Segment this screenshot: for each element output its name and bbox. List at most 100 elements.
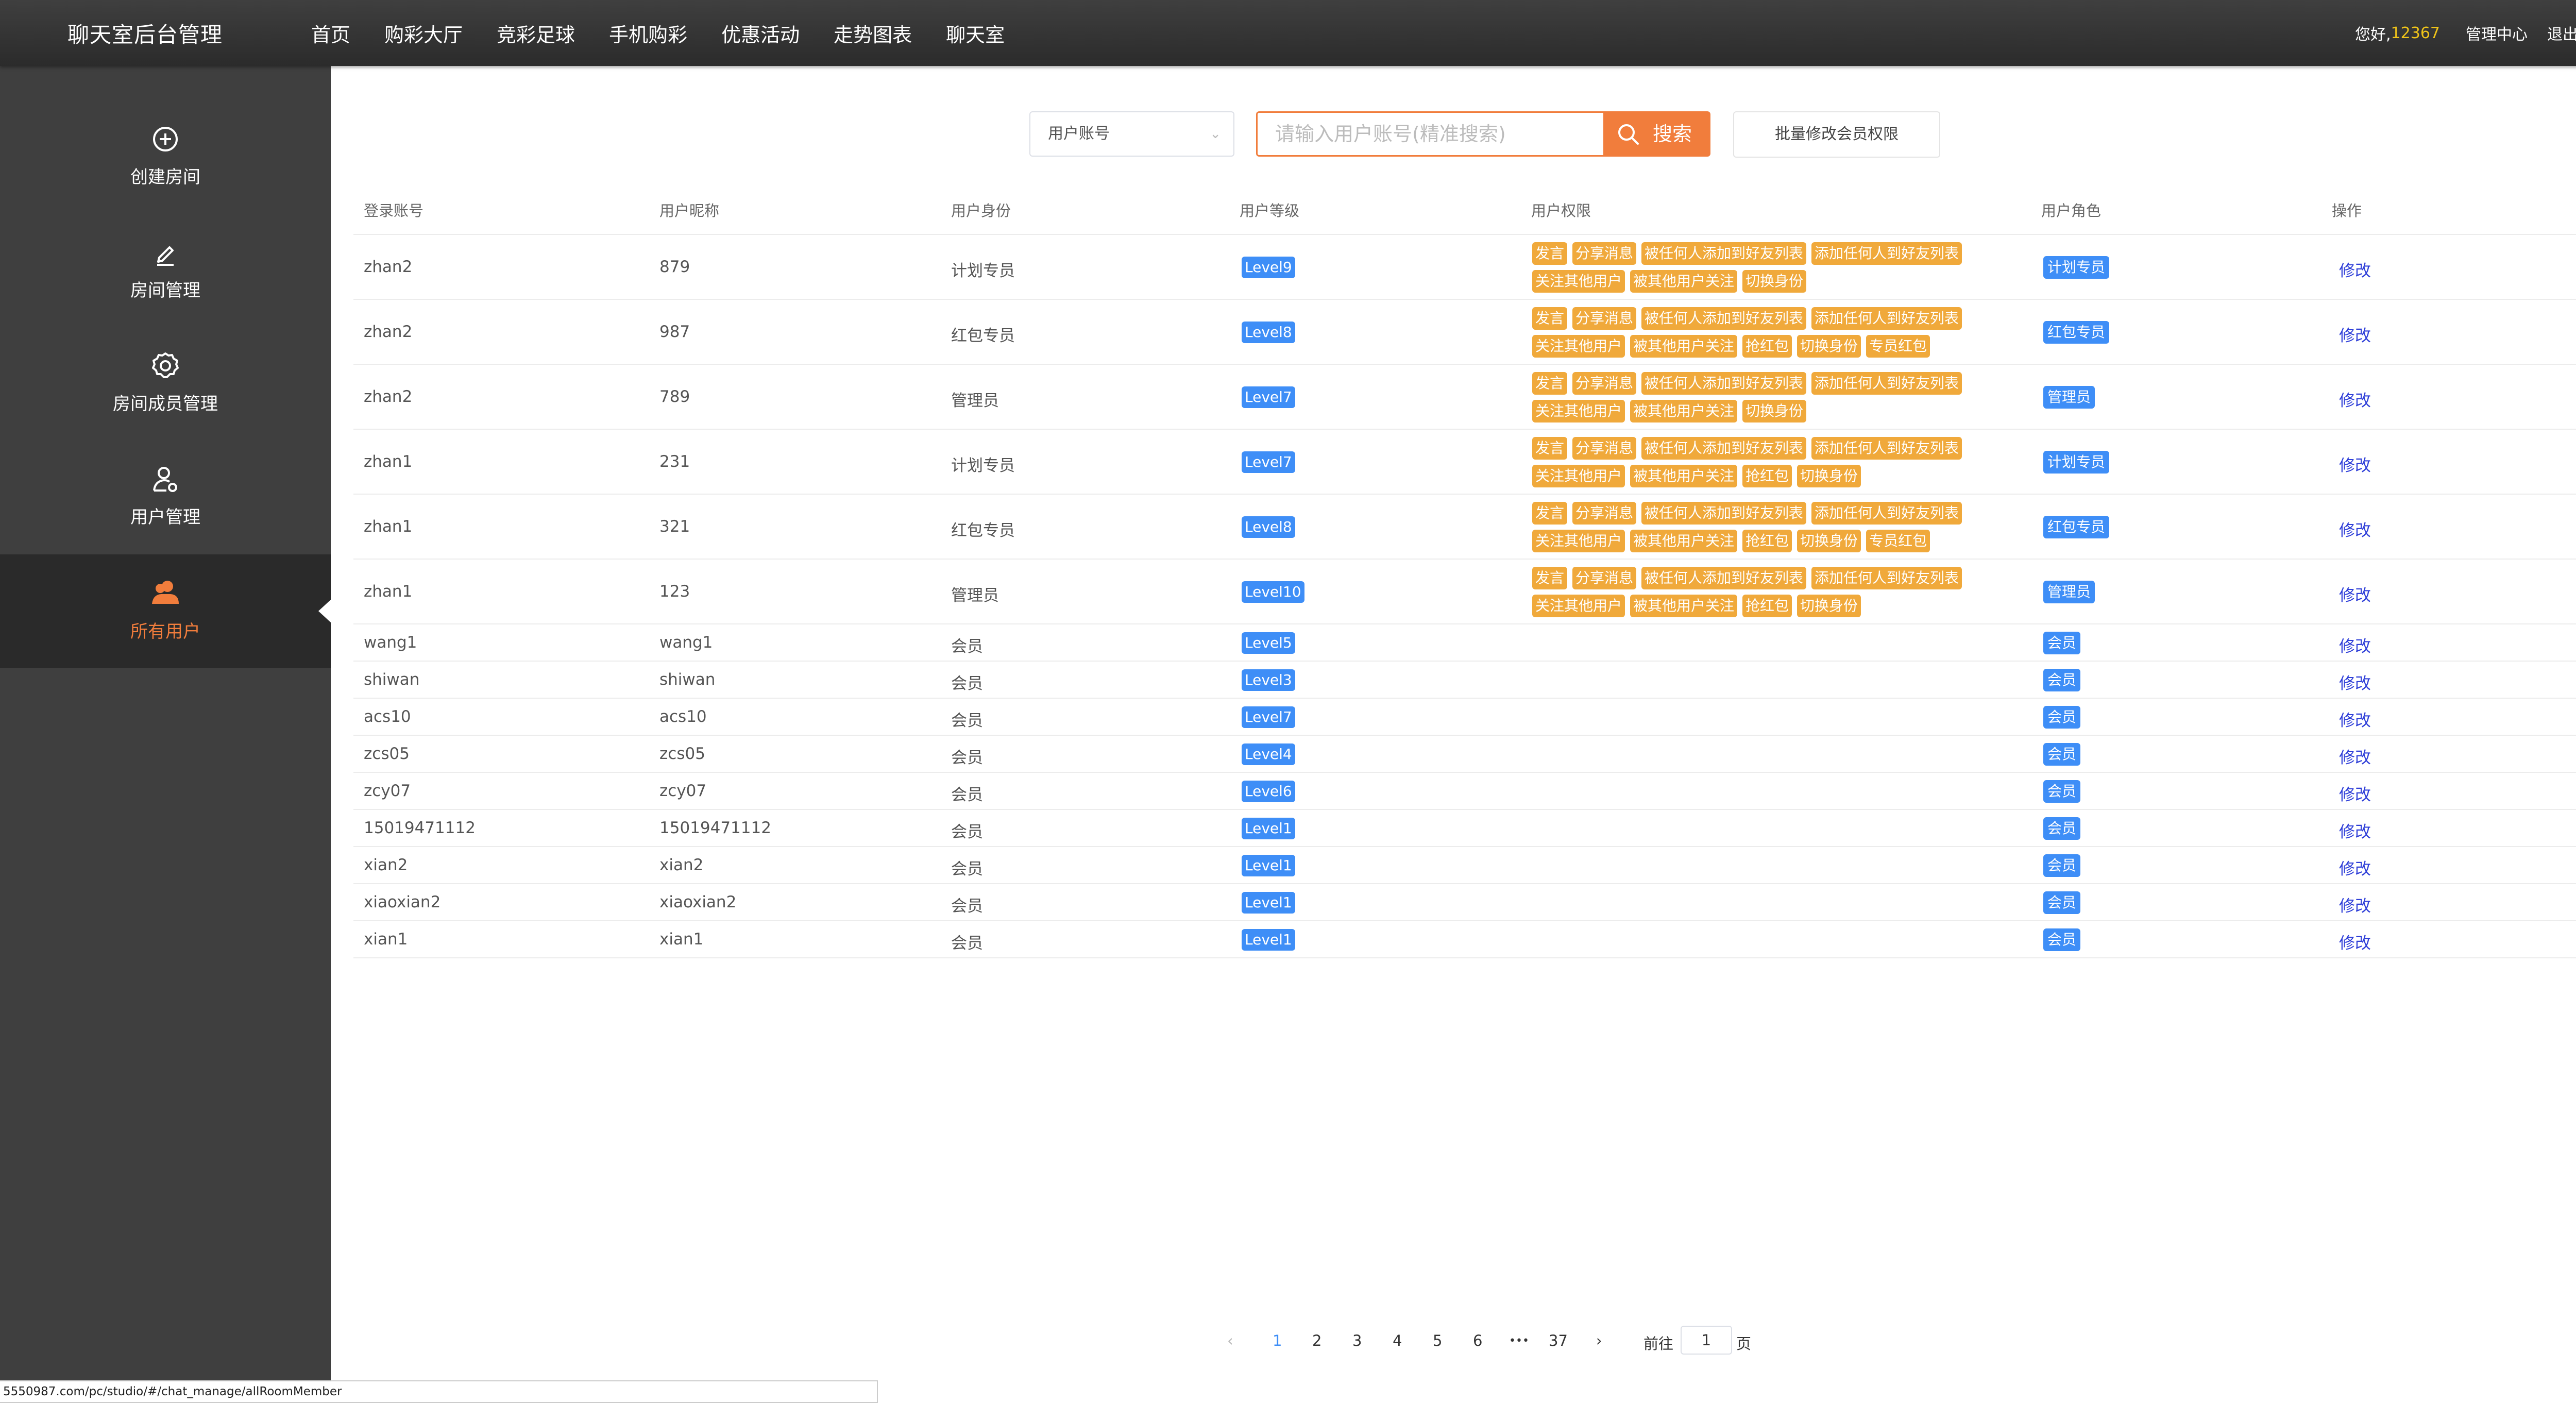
cell-nickname: xian2: [659, 856, 704, 874]
permission-tag: 添加任何人到好友列表: [1811, 372, 1962, 395]
search-input[interactable]: [1256, 111, 1604, 157]
edit-link[interactable]: 修改: [2339, 258, 2371, 281]
status-url: 5550987.com/pc/studio/#/chat_manage/allR…: [0, 1380, 878, 1403]
cell-identity: 会员: [951, 823, 983, 841]
sidebar-item-room-manage[interactable]: 房间管理: [0, 179, 331, 301]
cell-identity: 计划专员: [951, 262, 1015, 280]
role-badge: 会员: [2043, 743, 2081, 766]
sidebar-item-create-room[interactable]: 创建房间: [0, 66, 331, 188]
level-badge: Level8: [1242, 322, 1295, 343]
sidebar-item-room-members[interactable]: 房间成员管理: [0, 293, 331, 414]
table-row: zhan2 987 红包专员 Level8 发言 分享消息 被任何人添加到好友列表 添加任何人…: [353, 300, 2576, 365]
permission-tag: 关注其他用户: [1532, 465, 1625, 487]
admin-center-link[interactable]: 管理中心: [2466, 22, 2528, 44]
cell-account: zcy07: [364, 782, 411, 800]
edit-link[interactable]: 修改: [2339, 670, 2371, 694]
cell-nickname: acs10: [659, 707, 707, 726]
sidebar-item-user-manage[interactable]: 用户管理: [0, 406, 331, 528]
nav-chatroom[interactable]: 聊天室: [946, 19, 1005, 47]
prev-page-icon[interactable]: ‹: [1227, 1332, 1233, 1349]
edit-link[interactable]: 修改: [2339, 517, 2371, 540]
logout-link[interactable]: 退出: [2547, 22, 2576, 44]
nav-lottery-hall[interactable]: 购彩大厅: [384, 19, 463, 47]
search-field-select[interactable]: 用户账号 ⌄: [1029, 111, 1234, 157]
page-number[interactable]: 1: [1273, 1332, 1282, 1349]
level-badge: Level1: [1242, 818, 1295, 839]
cell-account: zcs05: [364, 745, 410, 763]
permission-tags: 发言 分享消息 被任何人添加到好友列表 添加任何人到好友列表: [1532, 567, 1967, 589]
page-number[interactable]: 3: [1352, 1332, 1362, 1349]
permission-tag: 关注其他用户: [1532, 595, 1625, 617]
nav-mobile-lottery[interactable]: 手机购彩: [609, 19, 687, 47]
goto-page-input[interactable]: 1: [1681, 1326, 1732, 1355]
permission-tag: 被任何人添加到好友列表: [1641, 437, 1807, 460]
col-header-identity: 用户身份: [951, 202, 1011, 219]
table-row: zhan1 231 计划专员 Level7 发言 分享消息 被任何人添加到好友列表 添加任何人…: [353, 430, 2576, 495]
page-number[interactable]: 6: [1473, 1332, 1482, 1349]
permission-tags: 关注其他用户 被其他用户关注 切换身份: [1532, 270, 1811, 293]
search-button[interactable]: 搜索: [1603, 111, 1710, 157]
role-badge: 会员: [2043, 632, 2081, 654]
edit-link[interactable]: 修改: [2339, 893, 2371, 916]
page-number[interactable]: 5: [1433, 1332, 1442, 1349]
permission-tag: 关注其他用户: [1532, 335, 1625, 358]
nav-football[interactable]: 竞彩足球: [497, 19, 575, 47]
cell-account: zhan1: [364, 582, 413, 601]
page-number[interactable]: 2: [1312, 1332, 1321, 1349]
sidebar-item-label: 用户管理: [130, 507, 200, 528]
cell-nickname: zcs05: [659, 745, 705, 763]
role-badge: 计划专员: [2043, 451, 2110, 474]
col-header-actions: 操作: [2332, 202, 2362, 219]
permission-tag: 发言: [1532, 307, 1568, 330]
next-page-icon[interactable]: ›: [1596, 1332, 1602, 1349]
edit-link[interactable]: 修改: [2339, 633, 2371, 656]
cell-nickname: xiaoxian2: [659, 893, 737, 911]
user-settings-icon: [153, 467, 177, 492]
edit-link[interactable]: 修改: [2339, 930, 2371, 953]
permission-tag: 添加任何人到好友列表: [1811, 437, 1962, 460]
cell-identity: 会员: [951, 749, 983, 767]
level-badge: Level7: [1242, 451, 1295, 473]
edit-link[interactable]: 修改: [2339, 323, 2371, 346]
permission-tag: 切换身份: [1797, 335, 1861, 358]
edit-link[interactable]: 修改: [2339, 745, 2371, 768]
table-row: zcy07 zcy07 会员 Level6 会员 修改: [353, 773, 2576, 810]
permission-tag: 添加任何人到好友列表: [1811, 567, 1962, 589]
edit-link[interactable]: 修改: [2339, 582, 2371, 605]
nav-trend-charts[interactable]: 走势图表: [834, 19, 912, 47]
permission-tags: 发言 分享消息 被任何人添加到好友列表 添加任何人到好友列表: [1532, 502, 1967, 525]
page-ellipsis[interactable]: •••: [1509, 1334, 1529, 1347]
table-row: 15019471112 15019471112 会员 Level1 会员 修改: [353, 810, 2576, 847]
level-badge: Level1: [1242, 892, 1295, 914]
cell-identity: 管理员: [951, 586, 999, 605]
table-row: xiaoxian2 xiaoxian2 会员 Level1 会员 修改: [353, 884, 2576, 921]
edit-link[interactable]: 修改: [2339, 707, 2371, 731]
permission-tags: 发言 分享消息 被任何人添加到好友列表 添加任何人到好友列表: [1532, 372, 1967, 395]
permission-tag: 关注其他用户: [1532, 400, 1625, 422]
users-icon: [152, 581, 179, 604]
edit-link[interactable]: 修改: [2339, 387, 2371, 411]
batch-edit-permissions-button[interactable]: 批量修改会员权限: [1733, 111, 1940, 158]
nav-promotions[interactable]: 优惠活动: [721, 19, 800, 47]
edit-link[interactable]: 修改: [2339, 856, 2371, 879]
sidebar-item-all-users[interactable]: 所有用户: [0, 554, 331, 668]
permission-tag: 被其他用户关注: [1630, 400, 1738, 422]
permission-tag: 专员红包: [1866, 335, 1930, 358]
nav-home[interactable]: 首页: [311, 19, 350, 47]
permission-tag: 发言: [1532, 372, 1568, 395]
col-header-nickname: 用户昵称: [659, 202, 720, 219]
cell-nickname: 321: [659, 517, 690, 536]
page-number[interactable]: 4: [1393, 1332, 1402, 1349]
cell-nickname: wang1: [659, 633, 713, 652]
level-badge: Level9: [1242, 257, 1295, 278]
cell-nickname: 15019471112: [659, 819, 771, 837]
cell-account: zhan2: [364, 387, 413, 406]
role-badge: 管理员: [2043, 386, 2095, 409]
edit-link[interactable]: 修改: [2339, 782, 2371, 805]
cell-identity: 会员: [951, 897, 983, 916]
edit-link[interactable]: 修改: [2339, 452, 2371, 476]
table-row: shiwan shiwan 会员 Level3 会员 修改: [353, 662, 2576, 699]
permission-tag: 分享消息: [1572, 502, 1637, 525]
page-number[interactable]: 37: [1549, 1332, 1568, 1349]
edit-link[interactable]: 修改: [2339, 819, 2371, 842]
